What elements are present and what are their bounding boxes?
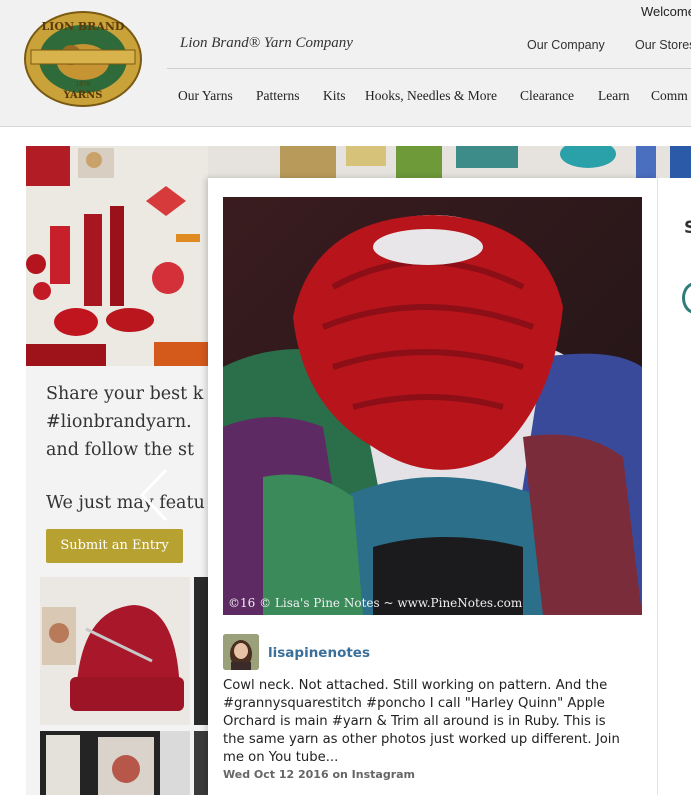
our-stores-link[interactable]: Our Stores <box>635 38 691 52</box>
next-post-panel[interactable] <box>657 178 691 795</box>
feature-text: We just may featu <box>46 493 205 513</box>
logo-text-top: LION BRAND <box>42 20 125 33</box>
gallery-thumb-4[interactable] <box>194 731 208 795</box>
gallery-thumb-2[interactable] <box>194 577 208 725</box>
nav-kits[interactable]: Kits <box>323 88 346 104</box>
nav-our-yarns[interactable]: Our Yarns <box>178 88 233 104</box>
user-avatar[interactable] <box>223 634 259 670</box>
post-caption: Cowl neck. Not attached. Still working o… <box>223 678 620 765</box>
brand-name[interactable]: Lion Brand® Yarn Company <box>180 35 353 52</box>
gallery-thumb-scarf[interactable] <box>40 731 190 795</box>
logo-year: 1878 <box>75 81 90 88</box>
share-instructions: Share your best k #lionbrandyarn. and fo… <box>46 380 216 464</box>
hero-yarn-collage <box>26 146 208 366</box>
site-header: LION BRAND YARNS 1878 Lion Brand® Yarn C… <box>0 0 691 127</box>
share-line-3: and follow the st <box>46 440 194 460</box>
lion-brand-logo[interactable]: LION BRAND YARNS 1878 <box>23 10 143 108</box>
gallery-thumb-hat[interactable] <box>40 577 190 725</box>
share-line-1: Share your best k <box>46 384 204 404</box>
post-photo[interactable] <box>223 197 642 615</box>
logo-text-bottom: YARNS <box>63 90 103 101</box>
nav-hooks-needles[interactable]: Hooks, Needles & More <box>365 88 497 104</box>
header-divider <box>167 68 691 69</box>
chevron-left-icon[interactable] <box>136 466 176 524</box>
next-panel-text: S <box>684 218 691 238</box>
post-date: Wed Oct 12 2016 on Instagram <box>223 768 416 781</box>
nav-patterns[interactable]: Patterns <box>256 88 300 104</box>
nav-learn[interactable]: Learn <box>598 88 629 104</box>
welcome-text: Welcome <box>641 4 691 19</box>
hero-yarn-strip <box>208 146 691 178</box>
submit-entry-button[interactable]: Submit an Entry <box>46 529 183 563</box>
nav-community[interactable]: Comm <box>651 88 688 104</box>
our-company-link[interactable]: Our Company <box>527 38 605 52</box>
nav-clearance[interactable]: Clearance <box>520 88 574 104</box>
post-username[interactable]: lisapinenotes <box>268 645 370 661</box>
share-line-2: #lionbrandyarn. <box>46 412 192 432</box>
photo-watermark: ©16 © Lisa's Pine Notes ~ www.PineNotes.… <box>228 596 523 610</box>
